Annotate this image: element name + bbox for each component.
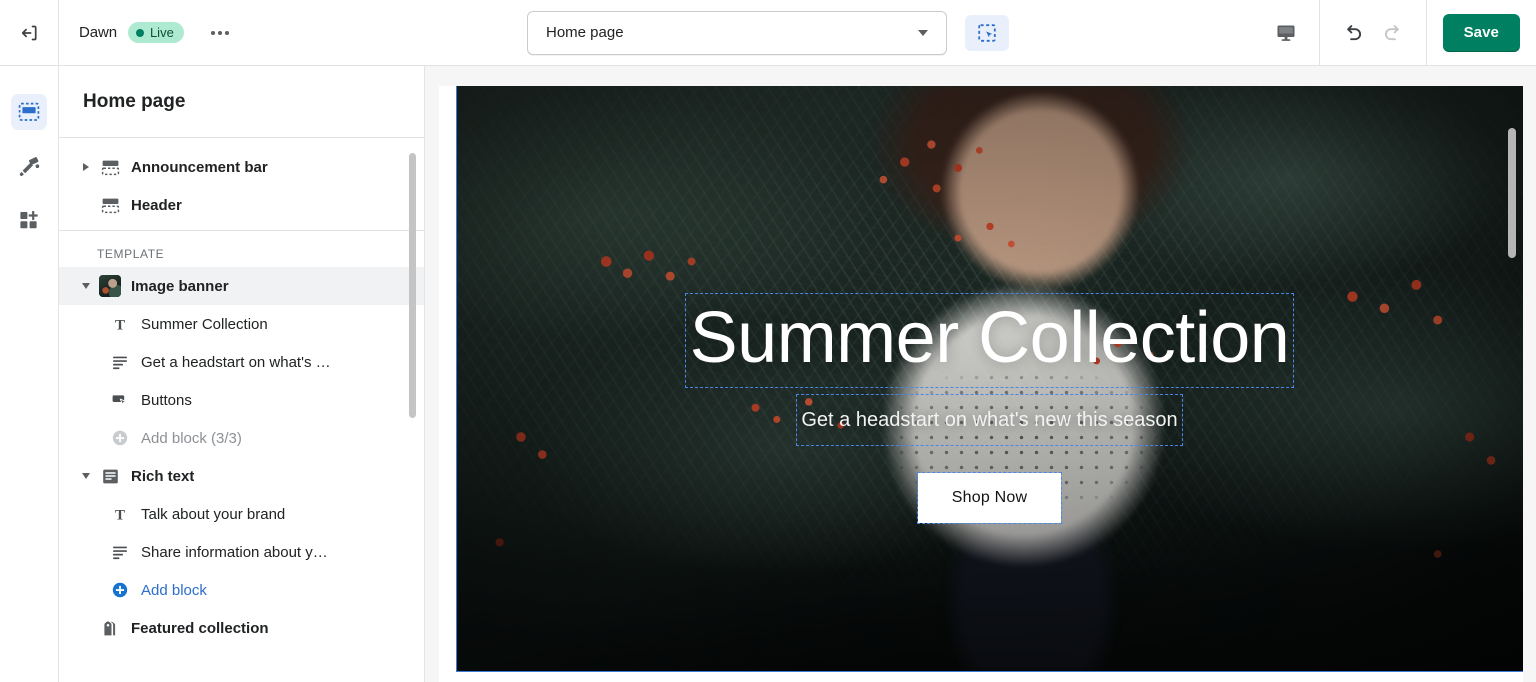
inspector-tool-button[interactable] [965,14,1009,51]
banner-subheading[interactable]: Get a headstart on what's new this seaso… [796,394,1183,447]
undo-button[interactable] [1336,16,1370,50]
select-region-icon [978,23,996,42]
theme-info: Dawn Live [59,18,235,48]
sidebar-item-label: Featured collection [131,619,269,637]
sections-panel: Home page Announcement bar Header TEMPLA… [59,66,425,682]
sidebar-block-label: Talk about your brand [141,505,286,523]
svg-text:T: T [115,317,125,333]
heading-text-icon: T [107,315,133,333]
add-block-image-banner[interactable]: Add block (3/3) [59,419,424,457]
expand-toggle[interactable] [75,283,97,289]
sidebar-item-label: Rich text [131,467,195,485]
sidebar-item-rich-text[interactable]: Rich text [59,457,424,495]
add-block-label: Add block [141,581,207,599]
top-bar-right: Save [1253,0,1536,65]
shop-now-button[interactable]: Shop Now [916,472,1063,525]
device-toggle-group [1253,0,1319,65]
panel-scrollbar[interactable] [409,153,416,418]
rail-item-theme-settings[interactable] [11,148,47,184]
sidebar-block-talk-about-your-brand[interactable]: T Talk about your brand [59,495,424,533]
more-actions-button[interactable] [205,18,235,48]
left-icon-rail [0,66,59,682]
expand-toggle[interactable] [75,163,97,171]
sidebar-item-announcement-bar[interactable]: Announcement bar [59,148,424,186]
exit-editor-button[interactable] [12,16,46,50]
panel-scroll-area[interactable]: Announcement bar Header TEMPLATE Image b… [59,138,424,682]
expand-toggle[interactable] [75,473,97,479]
exit-editor-area [0,0,59,65]
dot-icon [217,30,222,35]
desktop-preview-button[interactable] [1269,16,1303,50]
theme-editor: Dawn Live Home page Save Home page Annou… [0,0,1536,682]
panel-title: Home page [59,66,424,138]
page-selector[interactable]: Home page [527,10,947,55]
status-badge-label: Live [149,25,174,40]
chevron-down-icon [82,473,90,479]
rail-item-app-blocks[interactable] [11,202,47,238]
desktop-icon [1277,25,1295,41]
sidebar-block-summer-collection[interactable]: T Summer Collection [59,305,424,343]
sidebar-block-label: Buttons [141,391,192,409]
theme-name: Dawn [79,24,117,41]
banner-content: Summer Collection Get a headstart on wha… [457,86,1523,671]
status-dot-icon [135,28,144,37]
paragraph-icon [107,353,133,371]
rich-text-icon [97,467,123,486]
editor-body: Home page Announcement bar Header TEMPLA… [0,66,1536,682]
sidebar-block-text[interactable]: Get a headstart on what's … [59,343,424,381]
group-template: TEMPLATE Image banner T Summer Collectio… [59,231,424,653]
page-selector-value: Home page [546,24,624,41]
status-badge: Live [127,22,184,43]
preview-area: Summer Collection Get a headstart on wha… [425,66,1536,682]
rail-item-sections[interactable] [11,94,47,130]
redo-button[interactable] [1376,16,1410,50]
button-cursor-icon [107,391,133,409]
heading-text-icon: T [107,505,133,523]
save-button[interactable]: Save [1442,13,1520,52]
image-thumbnail [97,275,123,297]
image-banner-section[interactable]: Summer Collection Get a headstart on wha… [455,86,1523,672]
header-section-icon [97,196,123,215]
add-block-rich-text[interactable]: Add block [59,571,424,609]
plus-circle-icon [107,581,133,599]
sections-icon [18,102,40,121]
sidebar-block-label: Get a headstart on what's … [141,353,331,371]
paint-roller-icon [19,156,39,176]
plus-circle-icon [107,429,133,447]
chevron-right-icon [83,163,89,171]
sidebar-item-header[interactable]: Header [59,186,424,224]
sidebar-item-featured-collection[interactable]: Featured collection [59,609,424,647]
sidebar-block-label: Share information about y… [141,543,328,561]
sidebar-item-label: Image banner [131,277,229,295]
banner-heading[interactable]: Summer Collection [684,292,1295,389]
chevron-down-icon [82,283,90,289]
save-group: Save [1427,0,1536,65]
history-group [1320,0,1426,65]
redo-icon [1384,24,1399,40]
sidebar-item-label: Announcement bar [131,158,268,176]
header-section-icon [97,158,123,177]
paragraph-icon [107,543,133,561]
preview-viewport: Summer Collection Get a headstart on wha… [438,86,1523,682]
sidebar-block-buttons[interactable]: Buttons [59,381,424,419]
dot-icon [210,30,215,35]
svg-text:T: T [115,507,125,523]
chevron-down-icon [918,29,928,36]
undo-icon [1346,24,1361,40]
app-blocks-icon [20,211,38,229]
sidebar-block-label: Summer Collection [141,315,268,333]
group-header-sections: Announcement bar Header [59,144,424,231]
price-tag-icon [97,619,123,638]
sidebar-item-image-banner[interactable]: Image banner [59,267,424,305]
group-label-template: TEMPLATE [97,247,165,261]
top-bar: Dawn Live Home page Save [0,0,1536,66]
dot-icon [224,30,229,35]
preview-scrollbar[interactable] [1507,128,1516,258]
sidebar-item-label: Header [131,196,182,214]
sidebar-block-share-information[interactable]: Share information about y… [59,533,424,571]
add-block-label: Add block (3/3) [141,429,242,447]
